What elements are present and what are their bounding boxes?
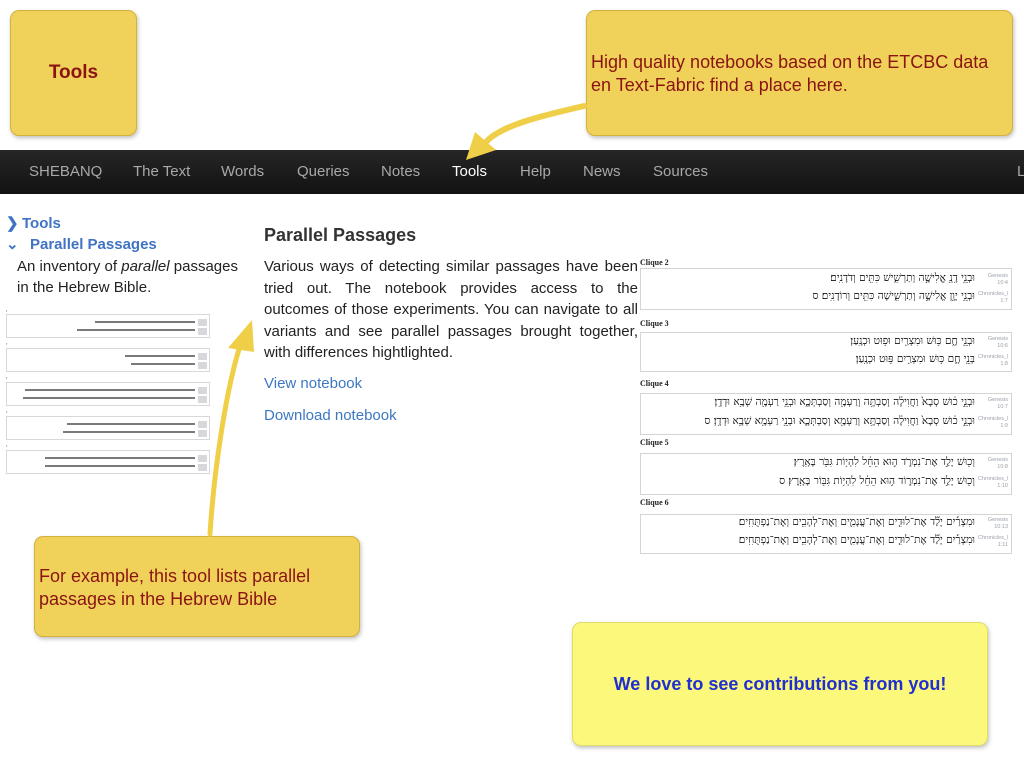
clique-verse-line: בְּנֵ֖י חָ֑ם כּ֥וּשׁ וּמִצְרַ֖יִם פּ֥וּט… [855,353,975,365]
clique-verse-reference: Chronicles_I 1:10 [978,476,1009,489]
mini-clique-box [6,348,210,372]
sidebar-item-tools-label: Tools [22,215,61,232]
nav-item-words[interactable]: Words [221,150,264,194]
mini-clique-box [6,450,210,474]
nav-item-notes[interactable]: Notes [381,150,420,194]
example-callout-note: For example, this tool lists parallel pa… [34,536,360,637]
clique-verse-line: וְכ֖וּשׁ יָלַ֣ד אֶת־נִמְר֑וֹד ה֣וּא הֵחֵ… [779,475,975,487]
tools-callout-text: Tools [48,62,99,83]
sidebar-item-parallel-passages-label: Parallel Passages [30,236,157,253]
clique-verse-reference: Genesis 10:6 [987,336,1008,349]
clique-listing-preview: Clique 2 וּבְנֵ֥י דָֽנְ֖ אֱלִישָׁ֣ה וְתַ… [640,256,1014,556]
nav-item-shebanq[interactable]: SHEBANQ [29,150,102,194]
arrow-to-sidebar [207,320,254,537]
nav-item-login-truncated[interactable]: L [1017,150,1024,194]
main-navbar: SHEBANQ The Text Words Queries Notes Too… [0,150,1024,194]
tool-description: Various ways of detecting similar passag… [264,258,638,361]
sidebar-desc-before: An inventory of [17,258,122,275]
clique-verse-line: וּבְנֵ֣י כ֔וּשׁ סְבָא֙ וַחֲוִילָ֔ה וְסַב… [704,415,975,427]
clique-label: Clique 5 [640,438,669,447]
mini-clique-label: ▪ [6,410,8,414]
mini-clique-label: ▪ [6,444,8,448]
nav-item-queries[interactable]: Queries [297,150,350,194]
clique-verse-reference: Genesis 10:8 [987,457,1008,470]
clique-verse-line: וּבְנֵ֣י כ֔וּשׁ סְבָא֙ וַחֲוִילָ֔ה וְסַב… [714,396,975,408]
clique-verse-line: וּמִצְרַ֡יִם יָלַ֞ד אֶת־לוּדִ֧ים וְאֶת־ע… [738,516,975,528]
clique-box: וּבְנֵ֥י דָֽנְ֖ אֱלִישָׁ֣ה וְתַרְשִׁ֑ישׁ… [640,268,1012,310]
nav-item-tools[interactable]: Tools [452,150,487,194]
clique-verse-reference: Chronicles_I 1:8 [978,354,1009,367]
nav-item-help[interactable]: Help [520,150,551,194]
tools-callout-note: Tools [10,10,137,136]
download-notebook-link[interactable]: Download notebook [264,407,397,424]
clique-verse-reference: Chronicles_I 1:11 [978,535,1009,548]
mini-clique-box [6,382,210,406]
clique-verse-line: וּמִצְרַ֡יִם יָלַ֞ד אֶת־לוּדִ֧ים וְאֶת־ע… [738,534,975,546]
clique-label: Clique 2 [640,258,669,267]
clique-verse-line: וּבְנֵ֥י דָֽנְ֖ אֱלִישָׁ֣ה וְתַרְשִׁ֑ישׁ… [830,272,975,284]
clique-verse-reference: Genesis 10:7 [987,397,1008,410]
contributions-callout-note: We love to see contributions from you! [572,622,988,746]
view-notebook-link[interactable]: View notebook [264,375,362,392]
clique-verse-reference: Chronicles_I 1:7 [978,291,1009,304]
sidebar-desc-emphasis: parallel [121,258,170,275]
clique-verse-reference: Chronicles_I 1:9 [978,416,1009,429]
mini-clique-box [6,314,210,338]
clique-thumbnail-preview: ▪ ▪ ▪ ▪ ▪ [6,308,210,478]
mini-clique-label: ▪ [6,342,8,346]
mini-clique-label: ▪ [6,376,8,380]
notebooks-callout-text: High quality notebooks based on the ETCB… [591,52,989,96]
sidebar-tool-description: An inventory of parallel passages in the… [17,256,247,298]
clique-verse-reference: Genesis 10:4 [987,273,1008,286]
clique-verse-line: וּבְנֵ֖י חָ֑ם כּ֥וּשׁ וּמִצְרַ֖יִם וּפ֥ו… [850,335,975,347]
chevron-right-icon: ❯ [6,215,19,232]
page-title: Parallel Passages [264,225,417,245]
mini-clique-box [6,416,210,440]
clique-verse-line: וּבְנֵ֥י יָוָ֖ן אֱלִישָׁ֣ה וְתַרְשִׁ֑ישָ… [812,290,975,302]
mini-clique-label: ▪ [6,309,8,313]
nav-item-news[interactable]: News [583,150,621,194]
chevron-down-icon: ⌄ [6,236,19,253]
nav-item-the-text[interactable]: The Text [133,150,190,194]
sidebar-item-parallel-passages[interactable]: ⌄ Parallel Passages [6,235,157,253]
notebooks-callout-note: High quality notebooks based on the ETCB… [586,10,1013,136]
clique-label: Clique 3 [640,319,669,328]
clique-box: וּבְנֵ֣י כ֔וּשׁ סְבָא֙ וַחֲוִילָ֔ה וְסַב… [640,393,1012,435]
clique-box: וּבְנֵ֖י חָ֑ם כּ֥וּשׁ וּמִצְרַ֖יִם וּפ֥ו… [640,332,1012,372]
nav-item-sources[interactable]: Sources [653,150,708,194]
clique-verse-reference: Genesis 10:13 [987,517,1008,530]
clique-verse-line: וְכ֖וּשׁ יָלַ֣ד אֶת־נִמְרֹ֑ד ה֣וּא הֵחֵ֔… [793,456,975,468]
clique-label: Clique 4 [640,379,669,388]
sidebar-item-tools[interactable]: ❯ Tools [6,214,61,232]
clique-box: וּמִצְרַ֡יִם יָלַ֞ד אֶת־לוּדִ֧ים וְאֶת־ע… [640,514,1012,554]
clique-box: וְכ֖וּשׁ יָלַ֣ד אֶת־נִמְרֹ֑ד ה֣וּא הֵחֵ֔… [640,453,1012,495]
clique-label: Clique 6 [640,498,669,507]
example-callout-text: For example, this tool lists parallel pa… [39,566,311,610]
contributions-callout-text: We love to see contributions from you! [613,673,947,694]
